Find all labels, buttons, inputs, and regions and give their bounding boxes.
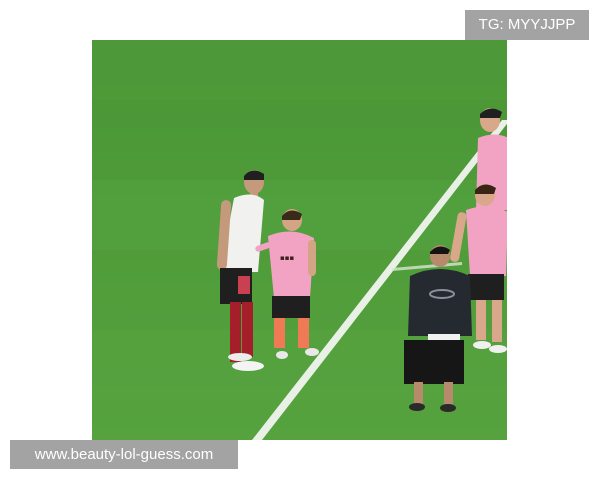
watermark-bottom: www.beauty-lol-guess.com [10,440,238,469]
watermark-top: TG: MYYJJPP [465,10,589,40]
football-pitch-photo: ▪▪▪ [92,40,507,440]
pitch-scene: ▪▪▪ [92,40,507,440]
svg-text:▪▪▪: ▪▪▪ [280,254,294,262]
